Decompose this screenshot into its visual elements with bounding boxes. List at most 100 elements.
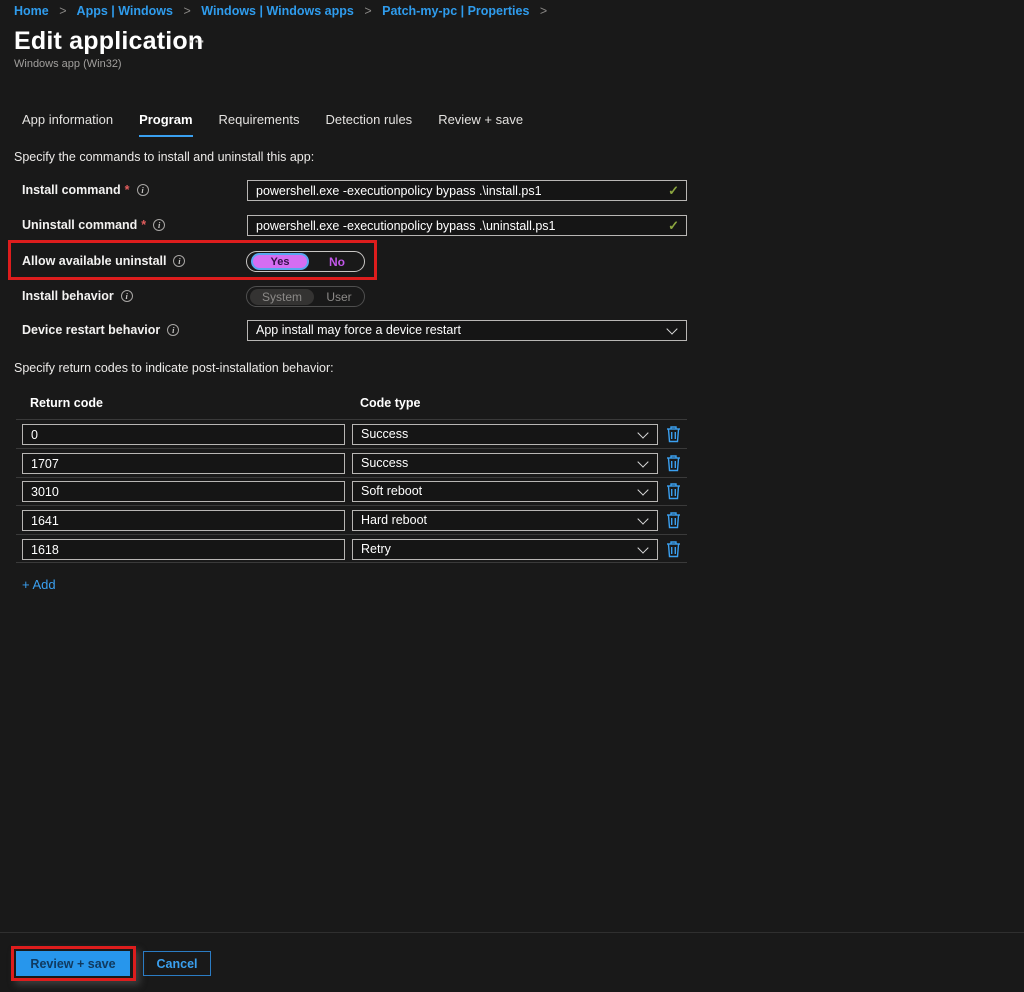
uninstall-command-input[interactable] <box>247 215 687 236</box>
tab-detection-rules[interactable]: Detection rules <box>325 112 412 137</box>
page-title: Edit application <box>14 27 203 56</box>
required-marker: * <box>125 183 130 197</box>
breadcrumb-link-home[interactable]: Home <box>14 4 49 18</box>
uninstall-command-field-wrap: ✓ <box>247 215 687 236</box>
code-type-value: Success <box>361 456 408 470</box>
chevron-down-icon <box>637 542 648 553</box>
breadcrumb-separator: > <box>364 4 371 18</box>
table-divider <box>16 477 687 478</box>
trash-icon <box>666 454 681 472</box>
return-code-row: Hard reboot <box>0 510 1024 531</box>
delete-row-button[interactable] <box>664 482 682 501</box>
trash-icon <box>666 482 681 500</box>
add-return-code-link[interactable]: + Add <box>22 577 56 592</box>
return-code-input[interactable] <box>22 510 345 531</box>
chevron-down-icon <box>637 513 648 524</box>
code-type-dropdown[interactable]: Soft reboot <box>352 481 658 502</box>
return-code-input[interactable] <box>22 481 345 502</box>
code-type-dropdown-wrap: Soft reboot <box>352 481 658 502</box>
required-marker: * <box>141 218 146 232</box>
breadcrumb-link-patch-my-pc-properties[interactable]: Patch-my-pc | Properties <box>382 4 529 18</box>
chevron-down-icon <box>666 323 677 334</box>
device-restart-behavior-dropdown[interactable]: App install may force a device restart <box>247 320 687 341</box>
commands-intro-text: Specify the commands to install and unin… <box>14 150 314 164</box>
return-code-row: Retry <box>0 539 1024 560</box>
delete-row-button[interactable] <box>664 454 682 473</box>
allow-available-uninstall-label-text: Allow available uninstall <box>22 254 166 268</box>
column-header-code-type: Code type <box>360 396 420 410</box>
code-type-dropdown[interactable]: Hard reboot <box>352 510 658 531</box>
table-divider <box>16 534 687 535</box>
tab-review-save[interactable]: Review + save <box>438 112 523 137</box>
code-type-dropdown-wrap: Success <box>352 424 658 445</box>
code-type-value: Retry <box>361 542 391 556</box>
toggle-option-yes[interactable]: Yes <box>251 253 309 270</box>
allow-available-uninstall-toggle[interactable]: Yes No <box>246 251 365 272</box>
table-divider <box>16 562 687 563</box>
return-code-row: Success <box>0 453 1024 474</box>
return-code-row: Soft reboot <box>0 481 1024 502</box>
code-type-dropdown[interactable]: Success <box>352 453 658 474</box>
delete-row-button[interactable] <box>664 540 682 559</box>
toggle-option-no[interactable]: No <box>313 252 361 272</box>
info-icon[interactable]: i <box>121 290 133 302</box>
install-command-label-text: Install command <box>22 183 121 197</box>
toggle-option-system: System <box>250 289 314 305</box>
breadcrumb-link-apps-windows[interactable]: Apps | Windows <box>77 4 173 18</box>
info-icon[interactable]: i <box>137 184 149 196</box>
code-type-value: Success <box>361 427 408 441</box>
page-subtitle: Windows app (Win32) <box>14 58 122 70</box>
cancel-button[interactable]: Cancel <box>143 951 211 976</box>
code-type-dropdown[interactable]: Retry <box>352 539 658 560</box>
code-type-value: Hard reboot <box>361 513 427 527</box>
allow-available-uninstall-row: Allow available uninstall i Yes No <box>0 251 1024 272</box>
install-behavior-toggle: System User <box>246 286 365 307</box>
return-code-input[interactable] <box>22 539 345 560</box>
device-restart-behavior-label: Device restart behavior i <box>22 320 179 341</box>
tab-app-information[interactable]: App information <box>22 112 113 137</box>
uninstall-command-label-text: Uninstall command <box>22 218 137 232</box>
install-behavior-row: Install behaviori System User <box>0 286 1024 307</box>
install-command-label: Install command * i <box>22 180 149 201</box>
return-code-input[interactable] <box>22 424 345 445</box>
toggle-option-user: User <box>317 287 361 307</box>
trash-icon <box>666 540 681 558</box>
code-type-dropdown-wrap: Hard reboot <box>352 510 658 531</box>
device-restart-behavior-wrap: App install may force a device restart <box>247 320 687 341</box>
tab-bar: App information Program Requirements Det… <box>22 112 523 137</box>
device-restart-behavior-label-text: Device restart behavior <box>22 323 160 337</box>
uninstall-command-label: Uninstall command * i <box>22 215 165 236</box>
tab-requirements[interactable]: Requirements <box>219 112 300 137</box>
return-code-row: Success <box>0 424 1024 445</box>
breadcrumb-link-windows-apps[interactable]: Windows | Windows apps <box>201 4 354 18</box>
delete-row-button[interactable] <box>664 425 682 444</box>
trash-icon <box>666 425 681 443</box>
breadcrumb: Home > Apps | Windows > Windows | Window… <box>14 4 554 18</box>
delete-row-button[interactable] <box>664 511 682 530</box>
valid-check-icon: ✓ <box>668 218 679 234</box>
column-header-return-code: Return code <box>30 396 103 410</box>
breadcrumb-separator: > <box>540 4 547 18</box>
return-code-input[interactable] <box>22 453 345 474</box>
tab-program[interactable]: Program <box>139 112 192 137</box>
breadcrumb-separator: > <box>59 4 66 18</box>
device-restart-behavior-row: Device restart behavior i App install may… <box>0 320 1024 341</box>
uninstall-command-row: Uninstall command * i ✓ <box>0 215 1024 236</box>
footer-divider <box>0 932 1024 933</box>
info-icon[interactable]: i <box>167 324 179 336</box>
chevron-down-icon <box>637 484 648 495</box>
more-options-icon[interactable]: ··· <box>189 33 206 49</box>
chevron-down-icon <box>637 456 648 467</box>
install-command-input[interactable] <box>247 180 687 201</box>
table-divider <box>16 505 687 506</box>
code-type-dropdown-wrap: Retry <box>352 539 658 560</box>
review-save-button[interactable]: Review + save <box>16 951 130 976</box>
table-divider <box>16 419 687 420</box>
install-behavior-label: Install behaviori <box>22 286 133 307</box>
info-icon[interactable]: i <box>153 219 165 231</box>
code-type-dropdown-wrap: Success <box>352 453 658 474</box>
info-icon[interactable]: i <box>173 255 185 267</box>
device-restart-behavior-value: App install may force a device restart <box>256 323 461 337</box>
code-type-dropdown[interactable]: Success <box>352 424 658 445</box>
allow-available-uninstall-label: Allow available uninstall i <box>22 251 185 272</box>
